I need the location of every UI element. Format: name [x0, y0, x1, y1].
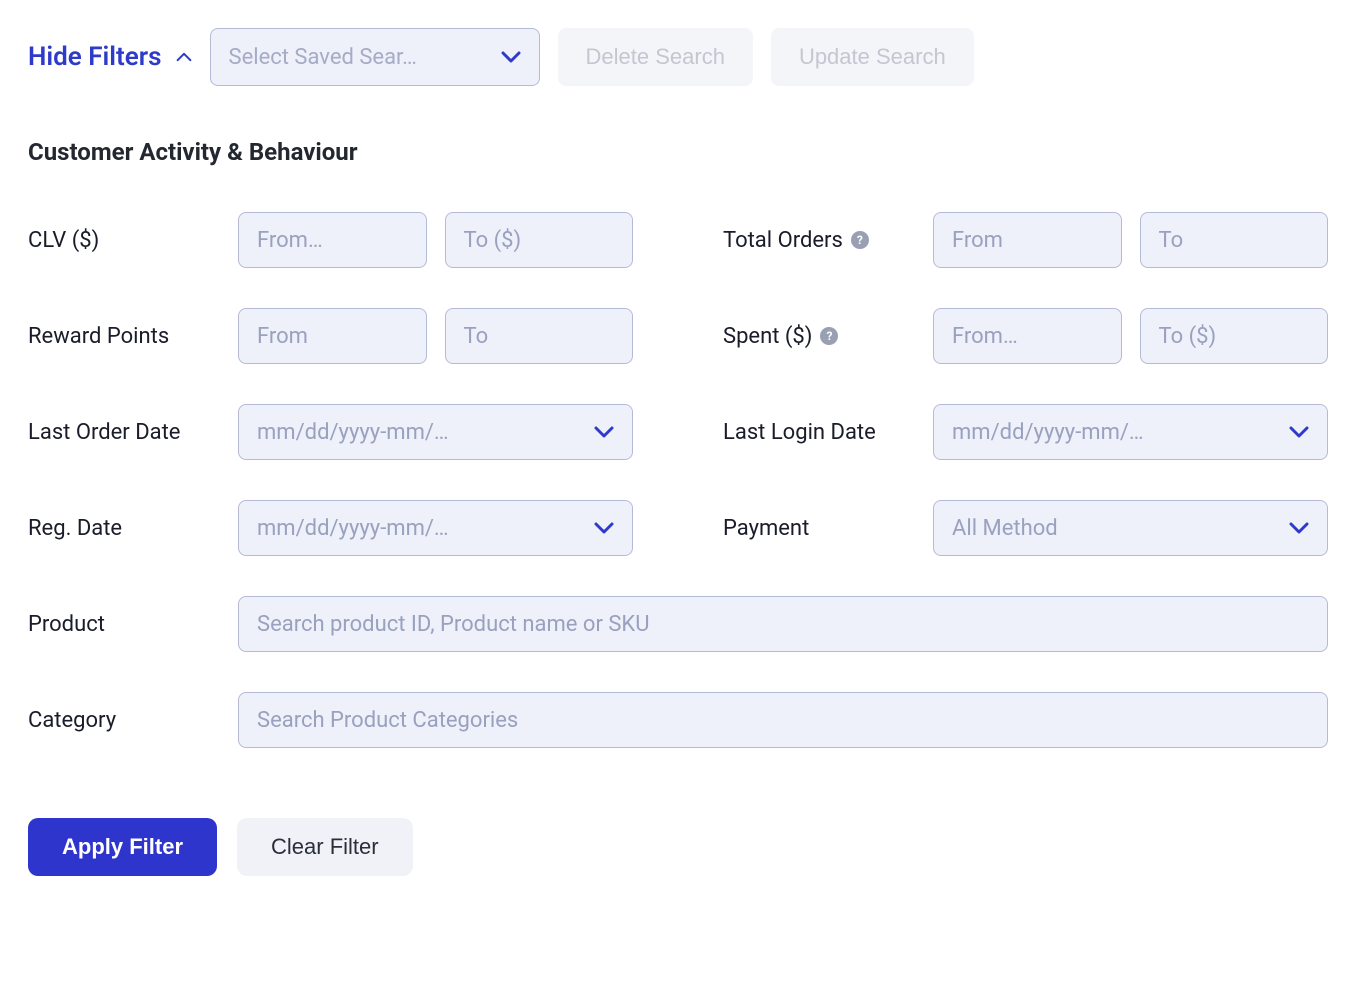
category-search-input[interactable]	[238, 692, 1328, 748]
filter-row-last-login-date: Last Login Date mm/dd/yyyy-mm/…	[723, 404, 1328, 460]
product-search-input[interactable]	[238, 596, 1328, 652]
update-search-button[interactable]: Update Search	[771, 28, 974, 86]
category-label: Category	[28, 708, 238, 733]
footer-actions: Apply Filter Clear Filter	[28, 818, 1328, 876]
chevron-up-icon	[176, 49, 192, 65]
saved-search-select[interactable]: Select Saved Sear…	[210, 28, 540, 86]
last-order-date-placeholder: mm/dd/yyyy-mm/…	[257, 420, 449, 445]
filter-header-row: Hide Filters Select Saved Sear… Delete S…	[28, 28, 1328, 86]
clv-label: CLV ($)	[28, 228, 238, 253]
clear-filter-button[interactable]: Clear Filter	[237, 818, 413, 876]
last-login-date-placeholder: mm/dd/yyyy-mm/…	[952, 420, 1144, 445]
spent-to-input[interactable]	[1140, 308, 1329, 364]
filter-row-category: Category	[28, 692, 1328, 748]
hide-filters-toggle[interactable]: Hide Filters	[28, 42, 192, 72]
help-icon[interactable]: ?	[851, 231, 869, 249]
filter-row-last-order-date: Last Order Date mm/dd/yyyy-mm/…	[28, 404, 633, 460]
last-login-date-label: Last Login Date	[723, 420, 933, 445]
chevron-down-icon	[594, 426, 614, 438]
filter-row-clv: CLV ($)	[28, 212, 633, 268]
reward-points-label: Reward Points	[28, 324, 238, 349]
delete-search-button[interactable]: Delete Search	[558, 28, 753, 86]
payment-label: Payment	[723, 516, 933, 541]
reward-points-range	[238, 308, 633, 364]
spent-from-input[interactable]	[933, 308, 1122, 364]
clv-from-input[interactable]	[238, 212, 427, 268]
help-icon[interactable]: ?	[820, 327, 838, 345]
reward-points-from-input[interactable]	[238, 308, 427, 364]
total-orders-from-input[interactable]	[933, 212, 1122, 268]
total-orders-label: Total Orders ?	[723, 228, 933, 253]
last-order-date-picker[interactable]: mm/dd/yyyy-mm/…	[238, 404, 633, 460]
payment-method-select[interactable]: All Method	[933, 500, 1328, 556]
spent-range	[933, 308, 1328, 364]
saved-search-placeholder: Select Saved Sear…	[229, 45, 417, 70]
reg-date-placeholder: mm/dd/yyyy-mm/…	[257, 516, 449, 541]
reg-date-label: Reg. Date	[28, 516, 238, 541]
filter-row-reward-points: Reward Points	[28, 308, 633, 364]
filter-row-total-orders: Total Orders ?	[723, 212, 1328, 268]
filter-row-reg-date: Reg. Date mm/dd/yyyy-mm/…	[28, 500, 633, 556]
reg-date-picker[interactable]: mm/dd/yyyy-mm/…	[238, 500, 633, 556]
payment-method-selected: All Method	[952, 516, 1058, 541]
clv-to-input[interactable]	[445, 212, 634, 268]
last-order-date-label: Last Order Date	[28, 420, 238, 445]
product-label: Product	[28, 612, 238, 637]
reward-points-to-input[interactable]	[445, 308, 634, 364]
filter-row-spent: Spent ($) ?	[723, 308, 1328, 364]
apply-filter-button[interactable]: Apply Filter	[28, 818, 217, 876]
chevron-down-icon	[1289, 426, 1309, 438]
clv-range	[238, 212, 633, 268]
filter-row-payment: Payment All Method	[723, 500, 1328, 556]
filter-grid: CLV ($) Total Orders ? Reward Points Spe…	[28, 212, 1328, 748]
total-orders-to-input[interactable]	[1140, 212, 1329, 268]
chevron-down-icon	[1289, 522, 1309, 534]
hide-filters-label: Hide Filters	[28, 42, 162, 72]
section-title: Customer Activity & Behaviour	[28, 138, 1328, 166]
filter-row-product: Product	[28, 596, 1328, 652]
spent-label-text: Spent ($)	[723, 324, 812, 349]
last-login-date-picker[interactable]: mm/dd/yyyy-mm/…	[933, 404, 1328, 460]
spent-label: Spent ($) ?	[723, 324, 933, 349]
total-orders-range	[933, 212, 1328, 268]
total-orders-label-text: Total Orders	[723, 228, 843, 253]
chevron-down-icon	[594, 522, 614, 534]
chevron-down-icon	[501, 51, 521, 63]
